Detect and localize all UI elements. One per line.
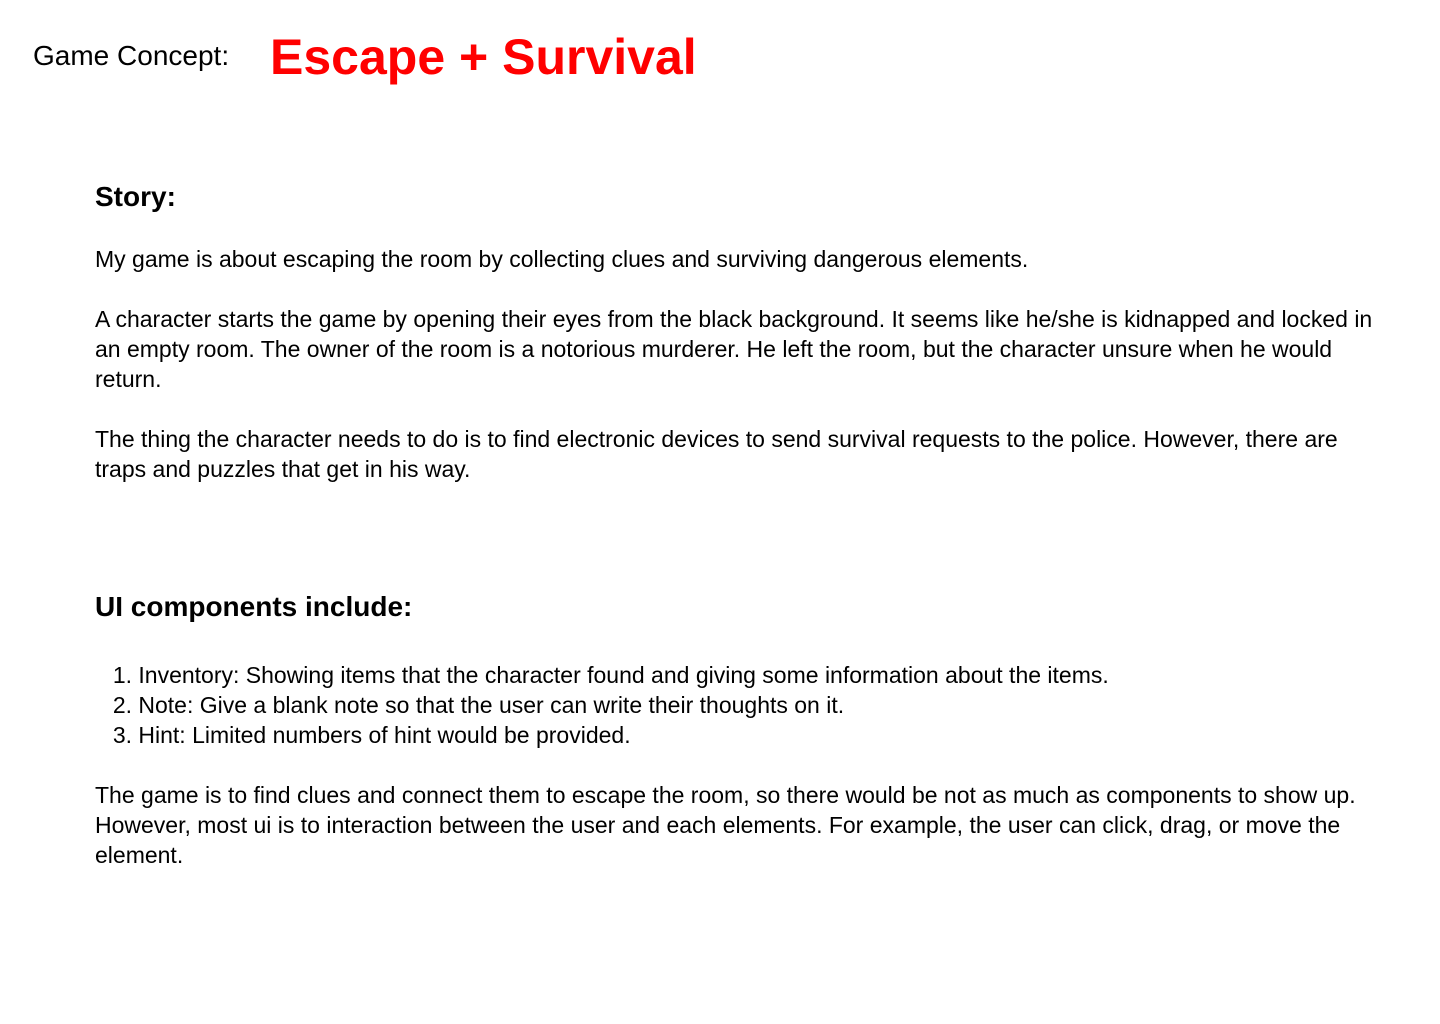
list-item-number: 2. xyxy=(112,692,132,718)
story-paragraph: A character starts the game by opening t… xyxy=(95,306,1373,392)
ui-components-list: 1. Inventory: Showing items that the cha… xyxy=(95,660,1375,750)
ui-components-heading: UI components include: xyxy=(95,591,413,622)
story-heading: Story: xyxy=(95,181,176,212)
list-item: 2. Note: Give a blank note so that the u… xyxy=(95,690,1375,720)
list-item-number: 3. xyxy=(112,722,132,748)
story-paragraph: The thing the character needs to do is t… xyxy=(95,426,1338,482)
game-concept-label: Game Concept: xyxy=(33,40,230,71)
ui-components-paragraph: The game is to find clues and connect th… xyxy=(95,782,1356,868)
list-item-text: Note: Give a blank note so that the user… xyxy=(138,692,845,718)
story-paragraph: My game is about escaping the room by co… xyxy=(95,246,1029,272)
list-item-text: Inventory: Showing items that the charac… xyxy=(138,662,1109,688)
list-item-number: 1. xyxy=(112,662,132,688)
list-item-text: Hint: Limited numbers of hint would be p… xyxy=(138,722,631,748)
list-item: 3. Hint: Limited numbers of hint would b… xyxy=(95,720,1375,750)
game-concept-title: Escape + Survival xyxy=(270,29,697,85)
list-item: 1. Inventory: Showing items that the cha… xyxy=(95,660,1375,690)
